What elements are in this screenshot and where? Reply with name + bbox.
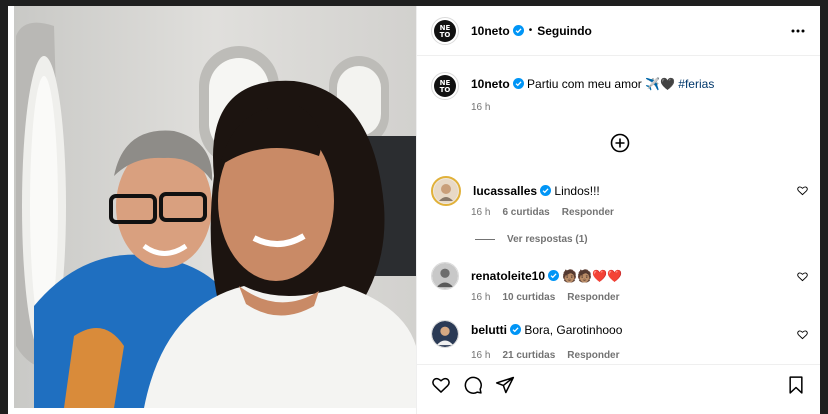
- comment-like-icon[interactable]: [797, 329, 808, 340]
- comment-username[interactable]: belutti: [471, 323, 507, 337]
- comment-icon[interactable]: [463, 375, 483, 395]
- post-sidebar: NE TO 10neto • Seguindo NE TO 10neto Par…: [416, 6, 820, 414]
- comment-like-icon[interactable]: [797, 271, 808, 282]
- author-avatar[interactable]: NE TO: [431, 16, 459, 45]
- verified-badge-icon: [548, 270, 560, 281]
- view-replies-label: Ver respostas (1): [507, 234, 588, 245]
- caption-row: NE TO 10neto Partiu com meu amor ✈️🖤 #fe…: [431, 72, 806, 100]
- comment-meta: 16 h 6 curtidas Responder: [471, 207, 614, 218]
- action-bar: [417, 364, 820, 404]
- caption-username[interactable]: 10neto: [471, 77, 510, 91]
- comment-meta: 16 h 10 curtidas Responder: [471, 292, 620, 303]
- comment-text: Lindos!!!: [554, 184, 600, 198]
- person-photo-icon: [434, 179, 458, 203]
- follow-status-button[interactable]: Seguindo: [537, 24, 592, 38]
- comment-time: 16 h: [471, 350, 491, 361]
- neto-logo-icon: NE TO: [434, 19, 456, 42]
- comment-likes[interactable]: 10 curtidas: [502, 292, 555, 303]
- svg-text:TO: TO: [440, 31, 451, 39]
- commenter-avatar[interactable]: [431, 176, 461, 206]
- comment-time: 16 h: [471, 207, 491, 218]
- commenter-avatar[interactable]: [431, 262, 459, 290]
- replies-line: [475, 239, 495, 240]
- share-icon[interactable]: [495, 375, 515, 395]
- post-photo[interactable]: [14, 6, 416, 408]
- caption-avatar[interactable]: NE TO: [431, 72, 459, 100]
- verified-badge-icon: [512, 78, 524, 89]
- verified-badge-icon: [510, 324, 521, 335]
- hashtag-link[interactable]: #ferias: [678, 77, 714, 91]
- comment-username[interactable]: lucassalles: [473, 184, 537, 198]
- author-username[interactable]: 10neto: [471, 24, 510, 38]
- plus-circle-icon[interactable]: [610, 133, 630, 153]
- comment-item: belutti Bora, Garotinhooo: [431, 320, 806, 348]
- person-photo-icon: [432, 321, 458, 347]
- comment-likes[interactable]: 21 curtidas: [502, 350, 555, 361]
- comment-like-icon[interactable]: [797, 185, 808, 196]
- separator-dot: •: [528, 25, 533, 36]
- bookmark-icon[interactable]: [786, 375, 806, 395]
- comment-item: renatoleite10 🧑🏽🧑🏽❤️❤️: [431, 262, 806, 290]
- comment-username[interactable]: renatoleite10: [471, 269, 545, 283]
- person-photo-icon: [432, 263, 458, 289]
- heart-outline-icon[interactable]: [431, 375, 451, 395]
- svg-text:TO: TO: [440, 86, 451, 94]
- verified-badge-icon: [512, 25, 524, 36]
- comment-meta: 16 h 21 curtidas Responder: [471, 350, 620, 361]
- caption-text: Partiu com meu amor ✈️🖤: [527, 77, 675, 91]
- comment-text: 🧑🏽🧑🏽❤️❤️: [562, 269, 623, 283]
- comment-time: 16 h: [471, 292, 491, 303]
- commenter-avatar[interactable]: [431, 320, 459, 348]
- neto-logo-icon: NE TO: [434, 75, 456, 97]
- post-header: NE TO 10neto • Seguindo: [417, 6, 820, 56]
- reply-button[interactable]: Responder: [567, 350, 619, 361]
- verified-badge-icon: [540, 185, 552, 196]
- comment-item: lucassalles Lindos!!!: [431, 176, 806, 206]
- comment-likes[interactable]: 6 curtidas: [502, 207, 549, 218]
- more-horizontal-icon[interactable]: [790, 24, 806, 38]
- reply-button[interactable]: Responder: [562, 207, 614, 218]
- selfie-image: [14, 6, 416, 408]
- reply-button[interactable]: Responder: [567, 292, 619, 303]
- caption-time: 16 h: [471, 102, 491, 113]
- view-replies-button[interactable]: Ver respostas (1): [475, 234, 588, 245]
- comment-text: Bora, Garotinhooo: [524, 323, 623, 337]
